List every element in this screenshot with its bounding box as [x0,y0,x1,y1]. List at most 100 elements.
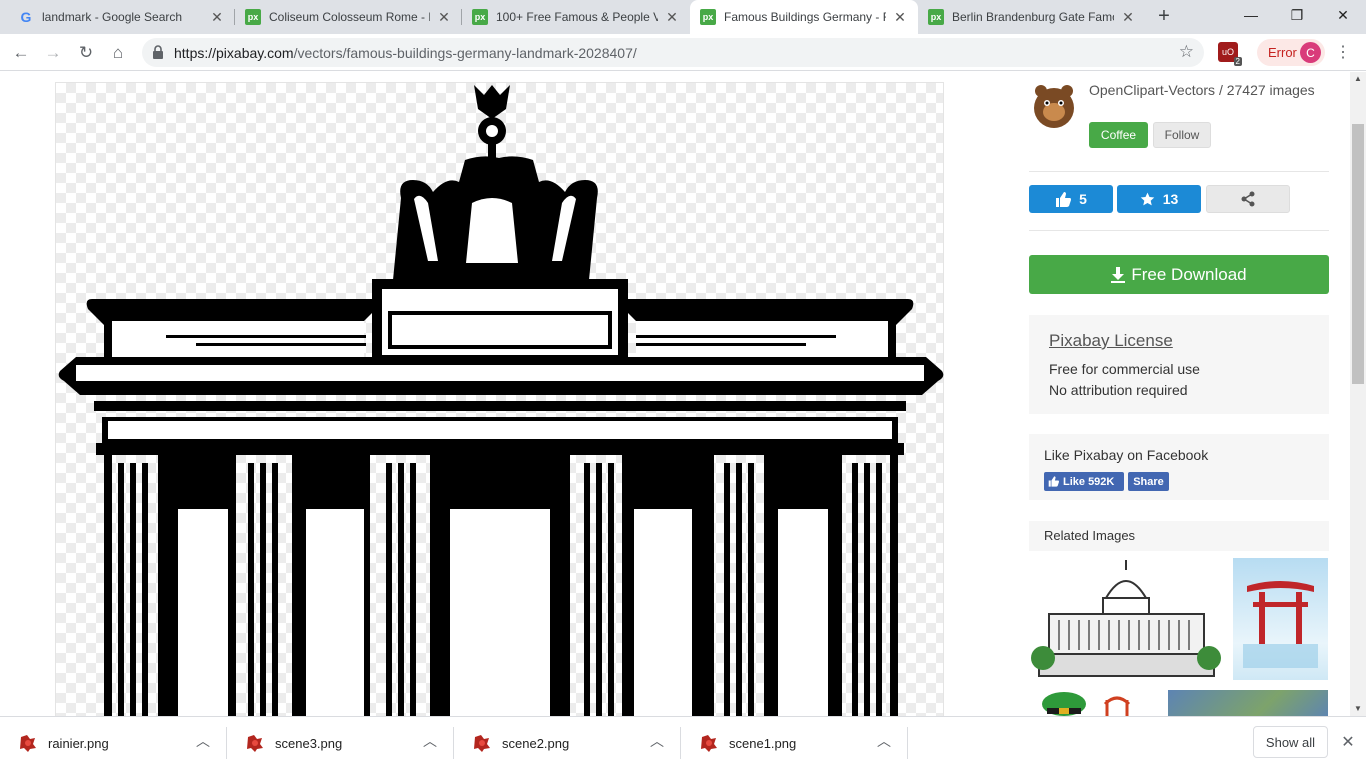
facebook-box: Like Pixabay on Facebook Like 592K Share [1029,434,1329,500]
download-item[interactable]: rainier.png ︿ [0,717,227,769]
tab-coliseum[interactable]: px Coliseum Colosseum Rome - F ✕ [235,0,462,34]
tab-title: Famous Buildings Germany - F [724,10,886,24]
close-window-icon[interactable]: ✕ [1320,0,1366,30]
browser-toolbar: ← → ↻ ⌂ https://pixabay.com/vectors/famo… [0,34,1366,71]
profile-error-button[interactable]: Error C [1257,39,1325,66]
main-image[interactable] [55,82,944,716]
chevron-up-icon[interactable]: ︿ [650,731,664,751]
brandenburg-gate-image [58,85,944,716]
like-count: 5 [1079,191,1087,207]
close-tab-icon[interactable]: ✕ [664,9,680,26]
pixabay-icon: px [700,9,716,25]
facebook-title: Like Pixabay on Facebook [1044,447,1209,463]
author-avatar[interactable] [1029,82,1079,132]
show-all-button[interactable]: Show all [1253,726,1328,758]
star-icon [1140,192,1154,205]
scroll-down-icon[interactable]: ▼ [1350,702,1366,716]
home-icon[interactable]: ⌂ [105,40,131,66]
image-file-icon [20,735,36,752]
image-file-icon [247,735,263,752]
chevron-up-icon[interactable]: ︿ [196,731,210,751]
facebook-like-button[interactable]: Like 592K [1044,472,1124,491]
back-icon[interactable]: ← [8,40,34,66]
chevron-up-icon[interactable]: ︿ [877,731,891,751]
close-tab-icon[interactable]: ✕ [436,9,452,26]
license-link[interactable]: Pixabay License [1049,331,1173,351]
google-icon: G [20,9,32,25]
download-filename: scene2.png [502,736,570,751]
url-text: https://pixabay.com/vectors/famous-build… [174,45,637,61]
tab-title: landmark - Google Search [42,10,183,24]
related-image-leprechaun[interactable] [1029,690,1161,716]
download-item[interactable]: scene1.png ︿ [681,717,908,769]
share-button[interactable] [1206,185,1290,213]
torii-gate-image [1243,581,1318,668]
thumbs-up-icon [1056,191,1072,207]
profile-avatar: C [1300,42,1321,63]
leprechaun-image [1042,692,1131,716]
author-name[interactable]: OpenClipart-Vectors / 27427 images [1089,82,1329,99]
forward-icon[interactable]: → [40,40,66,66]
author-block: OpenClipart-Vectors / 27427 images Coffe… [1029,80,1329,160]
tab-title: Berlin Brandenburg Gate Famo [952,10,1114,24]
pixabay-icon: px [928,9,944,25]
download-filename: scene1.png [729,736,797,751]
tab-strip: G landmark - Google Search ✕ px Coliseum… [0,0,1366,34]
ublock-extension-icon[interactable]: uO 2 [1218,42,1242,66]
browser-menu-icon[interactable]: ⋮ [1335,42,1351,62]
lock-icon [153,45,163,59]
coffee-button[interactable]: Coffee [1089,122,1148,148]
sidebar: OpenClipart-Vectors / 27427 images Coffe… [1029,72,1329,716]
favorite-button[interactable]: 13 [1117,185,1201,213]
download-filename: rainier.png [48,736,109,751]
favorite-count: 13 [1162,191,1179,207]
capitol-image [1031,560,1221,677]
like-button[interactable]: 5 [1029,185,1113,213]
download-label: Free Download [1131,264,1247,284]
bookmark-star-icon[interactable]: ☆ [1179,42,1194,62]
close-shelf-icon[interactable]: ✕ [1339,732,1357,752]
tab-title: 100+ Free Famous & People Ve [496,10,658,24]
close-tab-icon[interactable]: ✕ [892,9,908,26]
tab-google-search[interactable]: G landmark - Google Search ✕ [8,0,235,34]
close-tab-icon[interactable]: ✕ [209,9,225,26]
download-item[interactable]: scene3.png ︿ [227,717,454,769]
share-icon [1241,191,1255,207]
new-tab-icon[interactable]: + [1153,6,1175,28]
tab-famous-buildings[interactable]: px Famous Buildings Germany - F ✕ [690,0,918,34]
chevron-up-icon[interactable]: ︿ [423,731,437,751]
related-image-capitol[interactable] [1029,558,1224,683]
tab-title: Coliseum Colosseum Rome - F [269,10,430,24]
reload-icon[interactable]: ↻ [73,40,99,66]
minimize-icon[interactable]: ― [1228,0,1274,30]
related-image-torii[interactable] [1233,558,1328,680]
thumbs-up-icon [1048,476,1059,487]
address-bar[interactable]: https://pixabay.com/vectors/famous-build… [142,38,1204,67]
restore-icon[interactable]: ❐ [1274,0,1320,30]
pixabay-icon: px [245,9,261,25]
related-image-map[interactable] [1168,690,1328,716]
license-line-commercial: Free for commercial use [1049,361,1200,377]
image-file-icon [701,735,717,752]
close-tab-icon[interactable]: ✕ [1120,9,1136,26]
download-shelf: rainier.png ︿ scene3.png ︿ scene2.png ︿ … [0,716,1366,768]
divider [1029,171,1329,172]
free-download-button[interactable]: Free Download [1029,255,1329,294]
follow-button[interactable]: Follow [1153,122,1211,148]
tab-brandenburg-gate[interactable]: px Berlin Brandenburg Gate Famo ✕ [918,0,1146,34]
related-images-header: Related Images [1029,521,1329,551]
facebook-share-button[interactable]: Share [1128,472,1169,491]
divider [1029,230,1329,231]
page-content: OpenClipart-Vectors / 27427 images Coffe… [0,72,1350,716]
license-line-attribution: No attribution required [1049,382,1188,398]
pixabay-icon: px [472,9,488,25]
download-icon [1111,266,1126,283]
scrollbar-thumb[interactable] [1352,124,1364,384]
related-images-title: Related Images [1044,528,1136,543]
download-item[interactable]: scene2.png ︿ [454,717,681,769]
image-file-icon [474,735,490,752]
page-scrollbar[interactable]: ▲ ▼ [1350,72,1366,716]
tab-famous-people[interactable]: px 100+ Free Famous & People Ve ✕ [462,0,690,34]
license-box: Pixabay License Free for commercial use … [1029,315,1329,414]
scroll-up-icon[interactable]: ▲ [1350,72,1366,86]
